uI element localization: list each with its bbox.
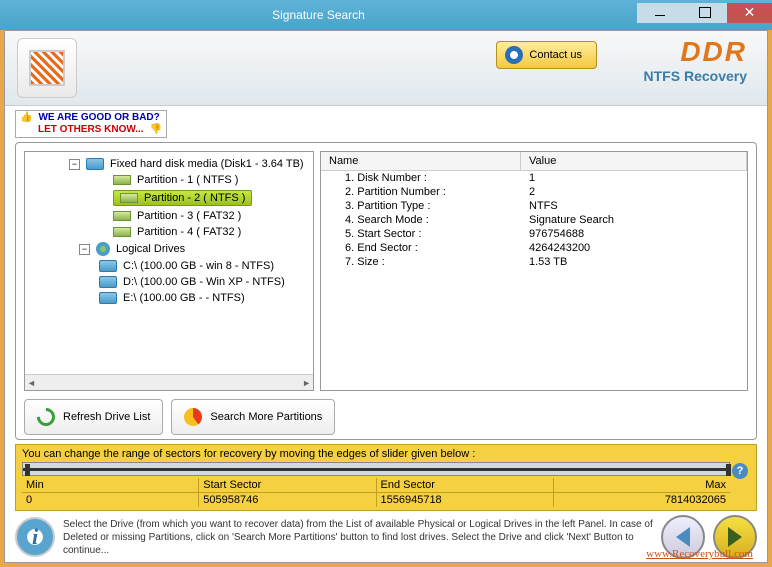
- refresh-icon: [33, 404, 58, 429]
- tree-partition-selected[interactable]: Partition - 2 ( NTFS ): [29, 188, 252, 208]
- end-sector-value: 1556945718: [377, 492, 554, 507]
- brand-name: DDR: [644, 36, 747, 68]
- tree-partition[interactable]: Partition - 3 ( FAT32 ): [29, 208, 309, 224]
- col-name[interactable]: Name: [321, 152, 521, 170]
- horizontal-scrollbar[interactable]: ◄►: [25, 374, 313, 390]
- tree-logical-drive[interactable]: E:\ (100.00 GB - - NTFS): [29, 290, 309, 306]
- contact-us-button[interactable]: Contact us: [496, 41, 597, 69]
- drive-tree[interactable]: − Fixed hard disk media (Disk1 - 3.64 TB…: [24, 151, 314, 391]
- slider-instruction: You can change the range of sectors for …: [22, 448, 730, 460]
- partition-icon: [120, 193, 138, 203]
- app-logo: [17, 38, 77, 98]
- table-row: 5. Start Sector :976754688: [321, 227, 747, 241]
- tree-logical-drive[interactable]: D:\ (100.00 GB - Win XP - NTFS): [29, 274, 309, 290]
- drive-icon: [99, 276, 117, 288]
- sector-range-panel: You can change the range of sectors for …: [15, 444, 757, 511]
- feedback-banner[interactable]: 👍 WE ARE GOOD OR BAD? LET OTHERS KNOW...…: [15, 110, 167, 138]
- contact-icon: [505, 46, 523, 64]
- window-title: Signature Search: [0, 8, 637, 22]
- max-value: 7814032065: [554, 492, 730, 507]
- search-more-partitions-button[interactable]: Search More Partitions: [171, 399, 335, 435]
- titlebar[interactable]: Signature Search ✕: [0, 0, 772, 30]
- col-value[interactable]: Value: [521, 152, 747, 170]
- collapse-icon[interactable]: −: [69, 159, 80, 170]
- maximize-button[interactable]: [682, 3, 727, 23]
- min-value: 0: [22, 492, 199, 507]
- table-row: 3. Partition Type :NTFS: [321, 199, 747, 213]
- drive-icon: [99, 260, 117, 272]
- tree-partition[interactable]: Partition - 4 ( FAT32 ): [29, 224, 309, 240]
- collapse-icon[interactable]: −: [79, 244, 90, 255]
- help-icon[interactable]: ?: [732, 463, 748, 479]
- start-sector-value: 505958746: [199, 492, 376, 507]
- refresh-drive-button[interactable]: Refresh Drive List: [24, 399, 163, 435]
- website-url[interactable]: www.Recoverybull.com: [646, 548, 753, 560]
- tree-logical-root[interactable]: − Logical Drives: [29, 240, 309, 258]
- info-text: Select the Drive (from which you want to…: [63, 518, 653, 557]
- minimize-button[interactable]: [637, 3, 682, 23]
- partition-icon: [113, 227, 131, 237]
- tree-partition[interactable]: Partition - 1 ( NTFS ): [29, 172, 309, 188]
- disk-icon: [86, 158, 104, 170]
- table-row: 2. Partition Number :2: [321, 185, 747, 199]
- header-banner: Contact us DDR NTFS Recovery: [5, 31, 767, 106]
- details-table: Name Value 1. Disk Number :1 2. Partitio…: [320, 151, 748, 391]
- table-row: 4. Search Mode :Signature Search: [321, 213, 747, 227]
- table-row: 6. End Sector :4264243200: [321, 241, 747, 255]
- partition-icon: [113, 211, 131, 221]
- sector-range-slider[interactable]: [22, 462, 730, 476]
- brand-subtitle: NTFS Recovery: [644, 68, 747, 84]
- globe-icon: [96, 242, 110, 256]
- tree-logical-drive[interactable]: C:\ (100.00 GB - win 8 - NTFS): [29, 258, 309, 274]
- close-button[interactable]: ✕: [727, 3, 772, 23]
- tree-root-disk[interactable]: − Fixed hard disk media (Disk1 - 3.64 TB…: [29, 156, 309, 172]
- partition-icon: [113, 175, 131, 185]
- info-icon: i: [15, 517, 55, 557]
- table-row: 1. Disk Number :1: [321, 171, 747, 185]
- pie-chart-icon: [184, 408, 202, 426]
- table-row: 7. Size :1.53 TB: [321, 255, 747, 269]
- drive-icon: [99, 292, 117, 304]
